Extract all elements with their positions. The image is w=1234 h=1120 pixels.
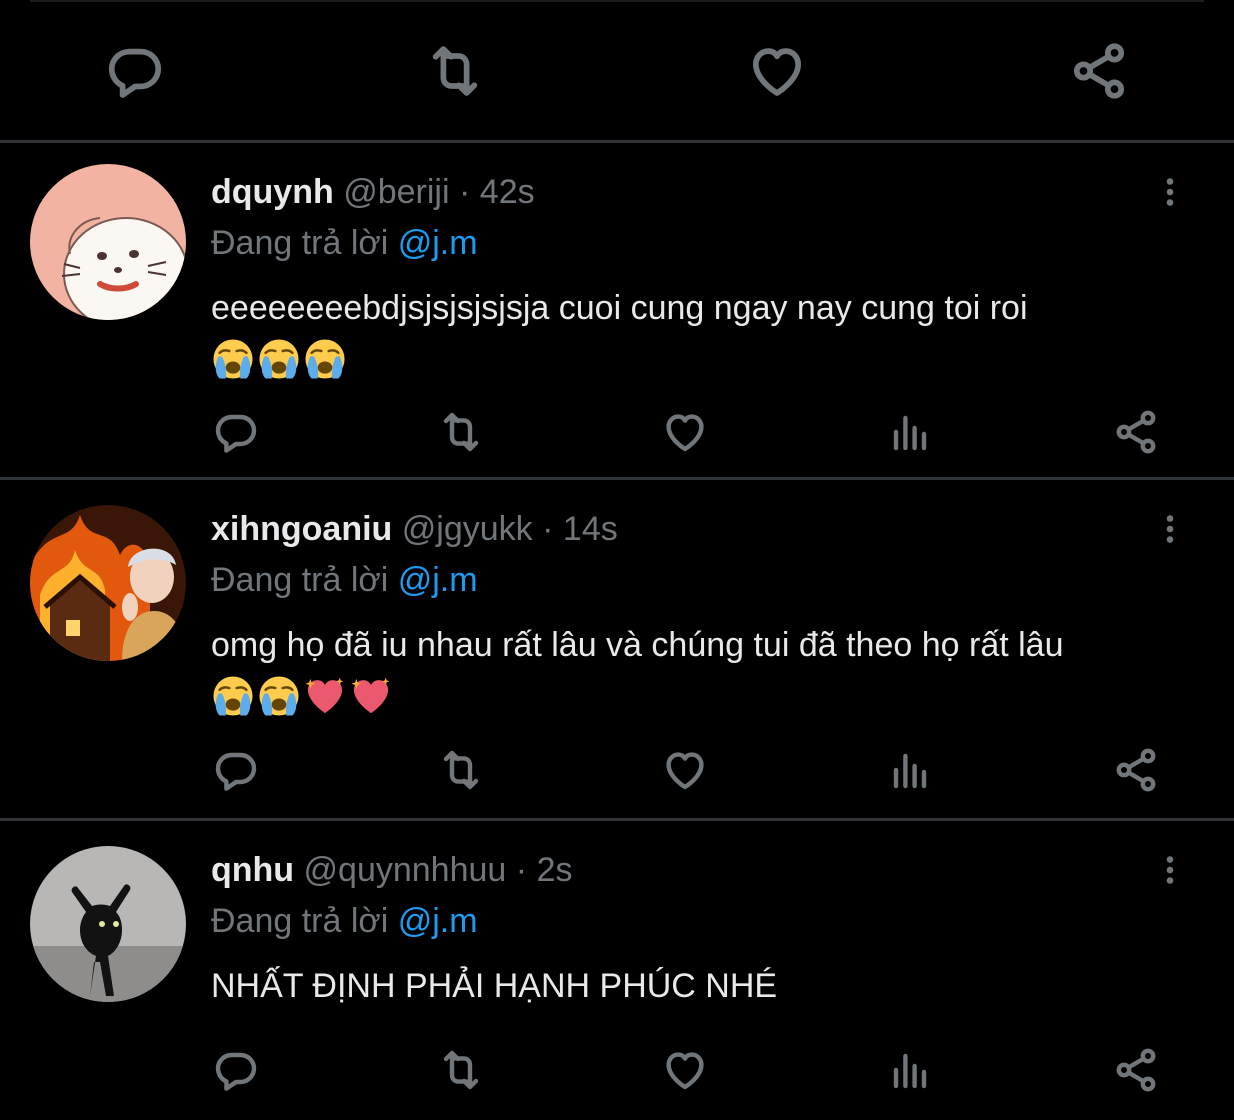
emoji-row [211, 674, 1201, 724]
tweet-body: omg họ đã iu nhau rất lâu và chúng tui đ… [211, 626, 1064, 664]
retweet-icon[interactable] [424, 40, 486, 102]
tweet-action-bar [0, 746, 1234, 796]
tweet-thread-screen: dquynh @beriji · 42s Đang trả lời @j.m e… [0, 0, 1234, 1120]
tweet-text: omg họ đã iu nhau rất lâu và chúng tui đ… [211, 620, 1201, 724]
like-icon[interactable] [661, 746, 709, 794]
share-icon[interactable] [1112, 408, 1160, 456]
user-handle[interactable]: @jgyukk [402, 510, 533, 548]
analytics-icon[interactable] [886, 746, 934, 794]
loudly-crying-face-icon [211, 337, 255, 381]
tweet-header: qnhu @quynnhhuu · 2s [211, 850, 572, 890]
tweet-action-bar [0, 408, 1234, 458]
timestamp[interactable]: 14s [563, 510, 618, 548]
reply-prefix: Đang trả lời [211, 902, 389, 940]
sparkling-heart-icon [349, 674, 393, 718]
analytics-icon[interactable] [886, 1046, 934, 1094]
divider [30, 0, 1204, 2]
loudly-crying-face-icon [303, 337, 347, 381]
share-icon[interactable] [1112, 746, 1160, 794]
share-icon[interactable] [1112, 1046, 1160, 1094]
reply-mention-link[interactable]: @j.m [398, 224, 478, 262]
analytics-icon[interactable] [886, 408, 934, 456]
separator-dot: · [459, 173, 471, 211]
black-cat-avatar-icon [30, 846, 186, 1002]
tweet-text: NHẤT ĐỊNH PHẢI HẠNH PHÚC NHÉ [211, 961, 1201, 1011]
loudly-crying-face-icon [257, 337, 301, 381]
tweet-body: NHẤT ĐỊNH PHẢI HẠNH PHÚC NHÉ [211, 967, 778, 1005]
retweet-icon[interactable] [437, 746, 485, 794]
share-icon[interactable] [1068, 40, 1130, 102]
reply-tweet[interactable]: dquynh @beriji · 42s Đang trả lời @j.m e… [0, 146, 1234, 480]
emoji-row [211, 337, 1201, 387]
burning-house-person-avatar-icon [30, 505, 186, 661]
loudly-crying-face-icon [257, 674, 301, 718]
separator-dot: · [515, 851, 528, 889]
reply-tweet[interactable]: xihngoaniu @jgyukk · 14s Đang trả lời @j… [0, 483, 1234, 821]
timestamp[interactable]: 42s [480, 173, 535, 211]
avatar[interactable] [30, 505, 186, 661]
loudly-crying-face-icon [211, 674, 255, 718]
tweet-header: xihngoaniu @jgyukk · 14s [211, 509, 618, 549]
replying-to: Đang trả lời @j.m [211, 223, 478, 263]
reply-icon[interactable] [212, 1046, 260, 1094]
focused-tweet-action-bar [0, 0, 1234, 143]
reply-icon[interactable] [104, 40, 166, 102]
retweet-icon[interactable] [437, 408, 485, 456]
reply-tweet[interactable]: qnhu @quynnhhuu · 2s Đang trả lời @j.m N… [0, 824, 1234, 1120]
display-name[interactable]: qnhu [211, 851, 294, 889]
avatar[interactable] [30, 164, 186, 320]
tweet-header: dquynh @beriji · 42s [211, 172, 535, 212]
more-options-icon[interactable] [1152, 850, 1188, 890]
tweet-action-bar [0, 1046, 1234, 1096]
like-icon[interactable] [661, 408, 709, 456]
retweet-icon[interactable] [437, 1046, 485, 1094]
avatar[interactable] [30, 846, 186, 1002]
timestamp[interactable]: 2s [537, 851, 573, 889]
sparkling-heart-icon [303, 674, 347, 718]
user-handle[interactable]: @beriji [343, 173, 449, 211]
cartoon-seal-avatar-icon [30, 164, 186, 320]
replying-to: Đang trả lời @j.m [211, 901, 478, 941]
more-options-icon[interactable] [1152, 172, 1188, 212]
replying-to: Đang trả lời @j.m [211, 560, 478, 600]
reply-prefix: Đang trả lời [211, 224, 389, 262]
display-name[interactable]: xihngoaniu [211, 510, 392, 548]
user-handle[interactable]: @quynnhhuu [304, 851, 507, 889]
more-options-icon[interactable] [1152, 509, 1188, 549]
separator-dot: · [542, 510, 554, 548]
tweet-body: eeeeeeeebdjsjsjsjsjsja cuoi cung ngay na… [211, 289, 1028, 327]
reply-icon[interactable] [212, 408, 260, 456]
display-name[interactable]: dquynh [211, 173, 334, 211]
like-icon[interactable] [661, 1046, 709, 1094]
tweet-text: eeeeeeeebdjsjsjsjsjsja cuoi cung ngay na… [211, 283, 1201, 387]
reply-prefix: Đang trả lời [211, 561, 389, 599]
reply-icon[interactable] [212, 746, 260, 794]
reply-mention-link[interactable]: @j.m [398, 902, 478, 940]
like-icon[interactable] [746, 40, 808, 102]
reply-mention-link[interactable]: @j.m [398, 561, 478, 599]
